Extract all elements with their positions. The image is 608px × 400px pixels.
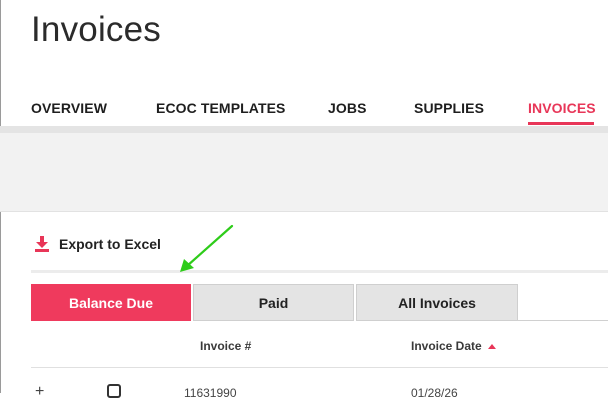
column-header-label: Invoice # xyxy=(200,339,252,353)
page-title: Invoices xyxy=(31,10,161,49)
annotation-arrow-icon xyxy=(180,224,234,272)
main-nav: OVERVIEW ECOC TEMPLATES JOBS SUPPLIES IN… xyxy=(0,96,608,126)
table-header-divider xyxy=(31,367,608,368)
expand-row-icon[interactable]: + xyxy=(35,384,44,400)
tab-paid[interactable]: Paid xyxy=(193,284,354,321)
tab-all-invoices[interactable]: All Invoices xyxy=(356,284,518,321)
tab-ecoc-templates[interactable]: ECOC TEMPLATES xyxy=(156,100,285,116)
tab-overview[interactable]: OVERVIEW xyxy=(31,100,107,116)
download-icon xyxy=(35,236,49,252)
sort-ascending-icon xyxy=(487,343,496,349)
active-tab-indicator xyxy=(528,122,594,125)
nav-divider xyxy=(0,126,608,133)
toolbar-divider xyxy=(31,270,608,273)
column-header-invoice-number[interactable]: Invoice # xyxy=(200,339,251,353)
filter-panel xyxy=(0,133,608,212)
tab-balance-due[interactable]: Balance Due xyxy=(31,284,191,321)
cell-invoice-date: 01/28/26 xyxy=(411,386,458,400)
row-checkbox[interactable] xyxy=(107,384,121,398)
tabs-baseline xyxy=(517,320,608,321)
cell-invoice-number: 11631990 xyxy=(184,386,237,400)
tab-invoices[interactable]: INVOICES xyxy=(528,100,596,116)
column-header-label: Invoice Date xyxy=(411,339,482,353)
tab-jobs[interactable]: JOBS xyxy=(328,100,367,116)
export-to-excel-button[interactable]: Export to Excel xyxy=(35,234,161,254)
export-label: Export to Excel xyxy=(59,236,161,252)
tab-supplies[interactable]: SUPPLIES xyxy=(414,100,484,116)
column-header-invoice-date[interactable]: Invoice Date xyxy=(411,339,496,353)
